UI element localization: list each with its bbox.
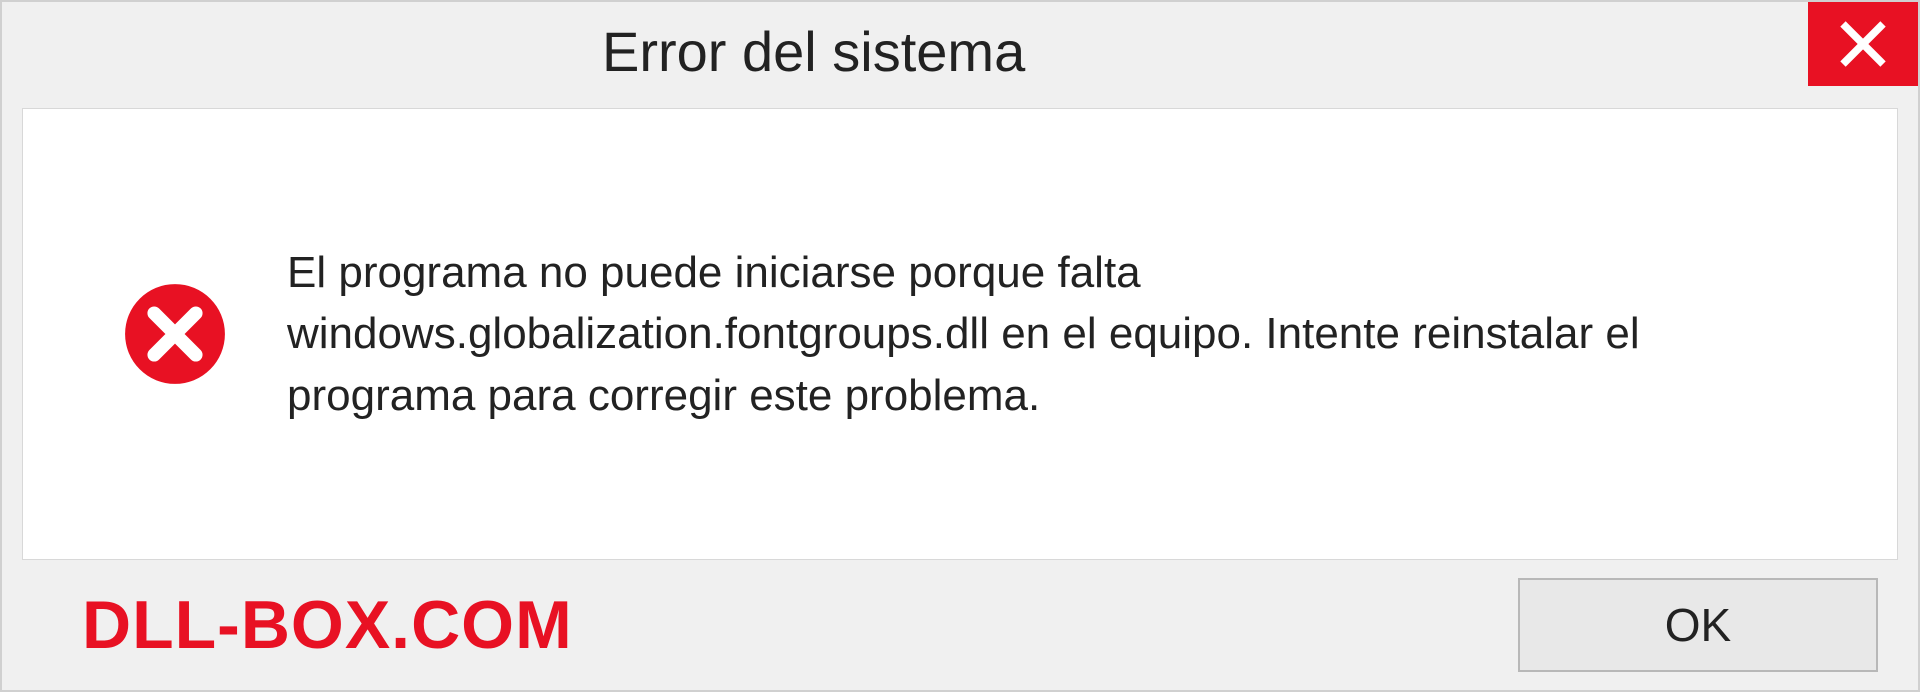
content-panel: El programa no puede iniciarse porque fa… (22, 108, 1898, 560)
error-icon (123, 282, 227, 386)
close-button[interactable] (1808, 2, 1918, 86)
watermark-text: DLL-BOX.COM (82, 586, 573, 664)
ok-button[interactable]: OK (1518, 578, 1878, 672)
dialog-footer: DLL-BOX.COM OK (2, 560, 1918, 690)
error-message: El programa no puede iniciarse porque fa… (287, 242, 1777, 427)
close-icon (1837, 18, 1889, 70)
system-error-dialog: Error del sistema El programa no puede i… (0, 0, 1920, 692)
titlebar: Error del sistema (2, 2, 1918, 100)
dialog-title: Error del sistema (602, 19, 1025, 84)
